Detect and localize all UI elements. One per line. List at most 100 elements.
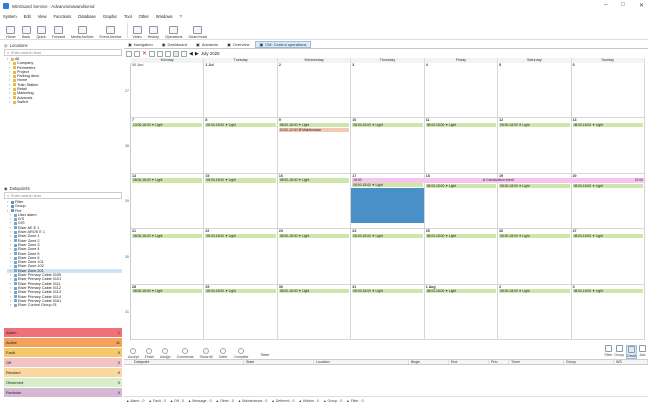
forward-button[interactable]: Forward (49, 21, 68, 39)
light-event[interactable]: 08:00-18:00 ✦ Light (132, 178, 203, 183)
day-cell[interactable]: 15 08:00-18:00 ✦ Light (204, 173, 278, 230)
light-event[interactable]: 08:00-18:00 ✦ Light (278, 122, 350, 128)
week-view-button[interactable] (165, 50, 172, 57)
light-event[interactable]: 08:00-18:00 ✦ Light (278, 289, 350, 294)
status-filter[interactable]: ▲ Hidden - 0 (298, 399, 319, 403)
construction-event[interactable]: 15:00 ⊘ Construction event 21:00 (352, 178, 644, 183)
filter-view-button[interactable]: Filter (605, 345, 612, 359)
status-filter[interactable]: ▲ Alarm - 0 (126, 399, 144, 403)
day-cell[interactable]: 4 (424, 63, 499, 119)
column-ws[interactable]: WS (614, 360, 648, 364)
status-filter[interactable]: ▲ Off - 0 (170, 399, 184, 403)
day-cell[interactable]: 9 08:00-18:00 ✦ Light 10:00-12:00 ⚒ Mainte… (277, 118, 352, 174)
category-alarm[interactable]: Alarm 1 (4, 328, 122, 338)
tab-advancis[interactable]: ▣ Advancis (192, 41, 222, 48)
day-cell[interactable]: 30 Jun (131, 63, 205, 119)
video-button[interactable]: Video (130, 21, 145, 39)
day-cell[interactable]: 3 08:00-18:00 ✦ Light (571, 284, 645, 340)
new-event-button[interactable] (126, 50, 132, 57)
light-event[interactable]: 08:00-18:00 ✦ Light (278, 233, 350, 238)
light-event[interactable]: 08:00-18:00 ✦ Light (352, 183, 423, 188)
day-cell[interactable]: 7 13:00-18:00 ✦ Light (131, 118, 205, 174)
day-cell[interactable]: 10 08:00-18:00 ✦ Light (351, 118, 425, 174)
next-month-icon[interactable]: ▶ (195, 51, 199, 57)
light-event[interactable]: 08:00-18:00 ✦ Light (425, 233, 497, 238)
menu-help[interactable]: ? (180, 14, 182, 19)
category-active[interactable]: Active 11 (4, 338, 122, 348)
light-event[interactable]: 08:00-18:00 ✦ Light (425, 122, 497, 128)
light-event[interactable]: 08:00-18:00 ✦ Light (425, 289, 497, 294)
day-cell[interactable]: 23 08:00-18:00 ✦ Light (277, 229, 352, 285)
light-event[interactable]: 08:00-18:00 ✦ Light (205, 289, 276, 294)
day-cell[interactable]: 31 08:00-18:00 ✦ Light (351, 284, 425, 340)
tab-dashboard[interactable]: ▣ Dashboard (158, 41, 191, 48)
status-filter[interactable]: ▲ Maintenance - 0 (238, 399, 268, 403)
light-event[interactable]: 08:00-18:00 ✦ Light (572, 183, 643, 188)
light-event[interactable]: 08:00-18:00 ✦ Light (499, 183, 570, 188)
group-view-button[interactable]: Group (614, 345, 624, 359)
menu-other[interactable]: Other (139, 14, 149, 19)
home-button[interactable]: Home (3, 21, 19, 39)
light-event[interactable]: 08:00-18:00 ✦ Light (132, 233, 203, 238)
day-cell[interactable]: 29 08:00-18:00 ✦ Light (204, 284, 278, 340)
day-cell[interactable]: 6 (571, 63, 645, 119)
light-event[interactable]: 13:00-18:00 ✦ Light (132, 122, 203, 128)
light-event[interactable]: 08:00-18:00 ✦ Light (352, 289, 423, 294)
location-item[interactable]: › Switch (7, 100, 122, 104)
status-filter[interactable]: ▲ Group - 0 (323, 399, 342, 403)
day-cell[interactable]: 27 08:00-18:00 ✦ Light (571, 229, 645, 285)
delete-icon[interactable]: ✕ (142, 50, 147, 57)
menu-view[interactable]: View (38, 14, 47, 19)
category-fault[interactable]: Fault 0 (4, 348, 122, 358)
history-button[interactable]: History (145, 21, 162, 39)
menu-database[interactable]: Database (78, 14, 96, 19)
status-filter[interactable]: ▲ Deferred - 0 (271, 399, 294, 403)
light-event[interactable]: 08:00-18:00 ✦ Light (352, 122, 423, 128)
quick-button[interactable]: Quick (34, 21, 49, 39)
column-state[interactable]: State (244, 360, 314, 364)
day-cell[interactable]: 11 08:00-18:00 ✦ Light (424, 118, 499, 174)
operations-button[interactable]: Operations (162, 21, 186, 39)
status-filter[interactable]: ▲ Message - 0 (188, 399, 212, 403)
ack-view-button[interactable]: Ack (639, 345, 646, 359)
light-event[interactable]: 08:00-18:00 ✦ Light (425, 183, 497, 188)
day-cell[interactable]: 8 08:00-18:00 ✦ Light (204, 118, 278, 174)
day-cell[interactable]: 5 (498, 63, 572, 119)
light-event[interactable]: 08:00-18:00 ✦ Light (572, 233, 643, 238)
day-cell[interactable]: 21 08:00-18:00 ✦ Light (131, 229, 205, 285)
menu-tool[interactable]: Tool (124, 14, 132, 19)
light-event[interactable]: 08:00-18:00 ✦ Light (572, 289, 643, 294)
tab-cm-control-operations[interactable]: ▣ CM: Control operations (254, 41, 312, 48)
day-cell[interactable]: 17 15:00 ⊘ Construction event 21:00 08:00-18… (351, 173, 644, 230)
minimize-button[interactable]: – (604, 2, 607, 9)
day-cell[interactable]: 1 Jul (204, 63, 278, 119)
column-end[interactable]: End (449, 360, 489, 364)
datapoint-item[interactable]: › Eiser Control Group 01 (7, 303, 122, 307)
light-event[interactable]: 08:00-18:00 ✦ Light (205, 233, 276, 238)
light-event[interactable]: 08:00-18:00 ✦ Light (205, 122, 276, 128)
menu-functions[interactable]: Functions (54, 14, 72, 19)
category-off[interactable]: Off 0 (4, 358, 122, 368)
menu-system[interactable]: System (3, 14, 17, 19)
category-observed[interactable]: Observed 0 (4, 378, 122, 388)
day-cell[interactable]: 13 08:00-18:00 ✦ Light (571, 118, 645, 174)
finish-button[interactable]: Finish (143, 348, 156, 359)
column-location[interactable]: Location (314, 360, 409, 364)
close-button[interactable]: ✕ (639, 2, 644, 9)
day-cell[interactable]: 2 (277, 63, 352, 119)
category-revised[interactable]: Revised 0 (4, 368, 122, 378)
day-cell[interactable]: 24 08:00-18:00 ✦ Light (351, 229, 425, 285)
day-cell[interactable]: 3 (351, 63, 425, 119)
day-cell[interactable]: 25 08:00-18:00 ✦ Light (424, 229, 499, 285)
column-prio[interactable]: Prio. (489, 360, 509, 364)
day-cell[interactable]: 26 08:00-18:00 ✦ Light (498, 229, 572, 285)
column-datapoint[interactable]: Datapoint (124, 360, 244, 364)
column-begin[interactable]: Begin (409, 360, 449, 364)
light-event[interactable]: 08:00-18:00 ✦ Light (352, 233, 423, 238)
back-button[interactable]: Back (19, 21, 34, 39)
defer-button[interactable]: Defer (217, 348, 230, 359)
maximize-button[interactable]: □ (621, 2, 625, 9)
selected-slot[interactable] (351, 187, 424, 224)
locations-search-input[interactable]: ⌕ Enter search term (4, 49, 122, 56)
day-view-button[interactable] (157, 50, 164, 57)
